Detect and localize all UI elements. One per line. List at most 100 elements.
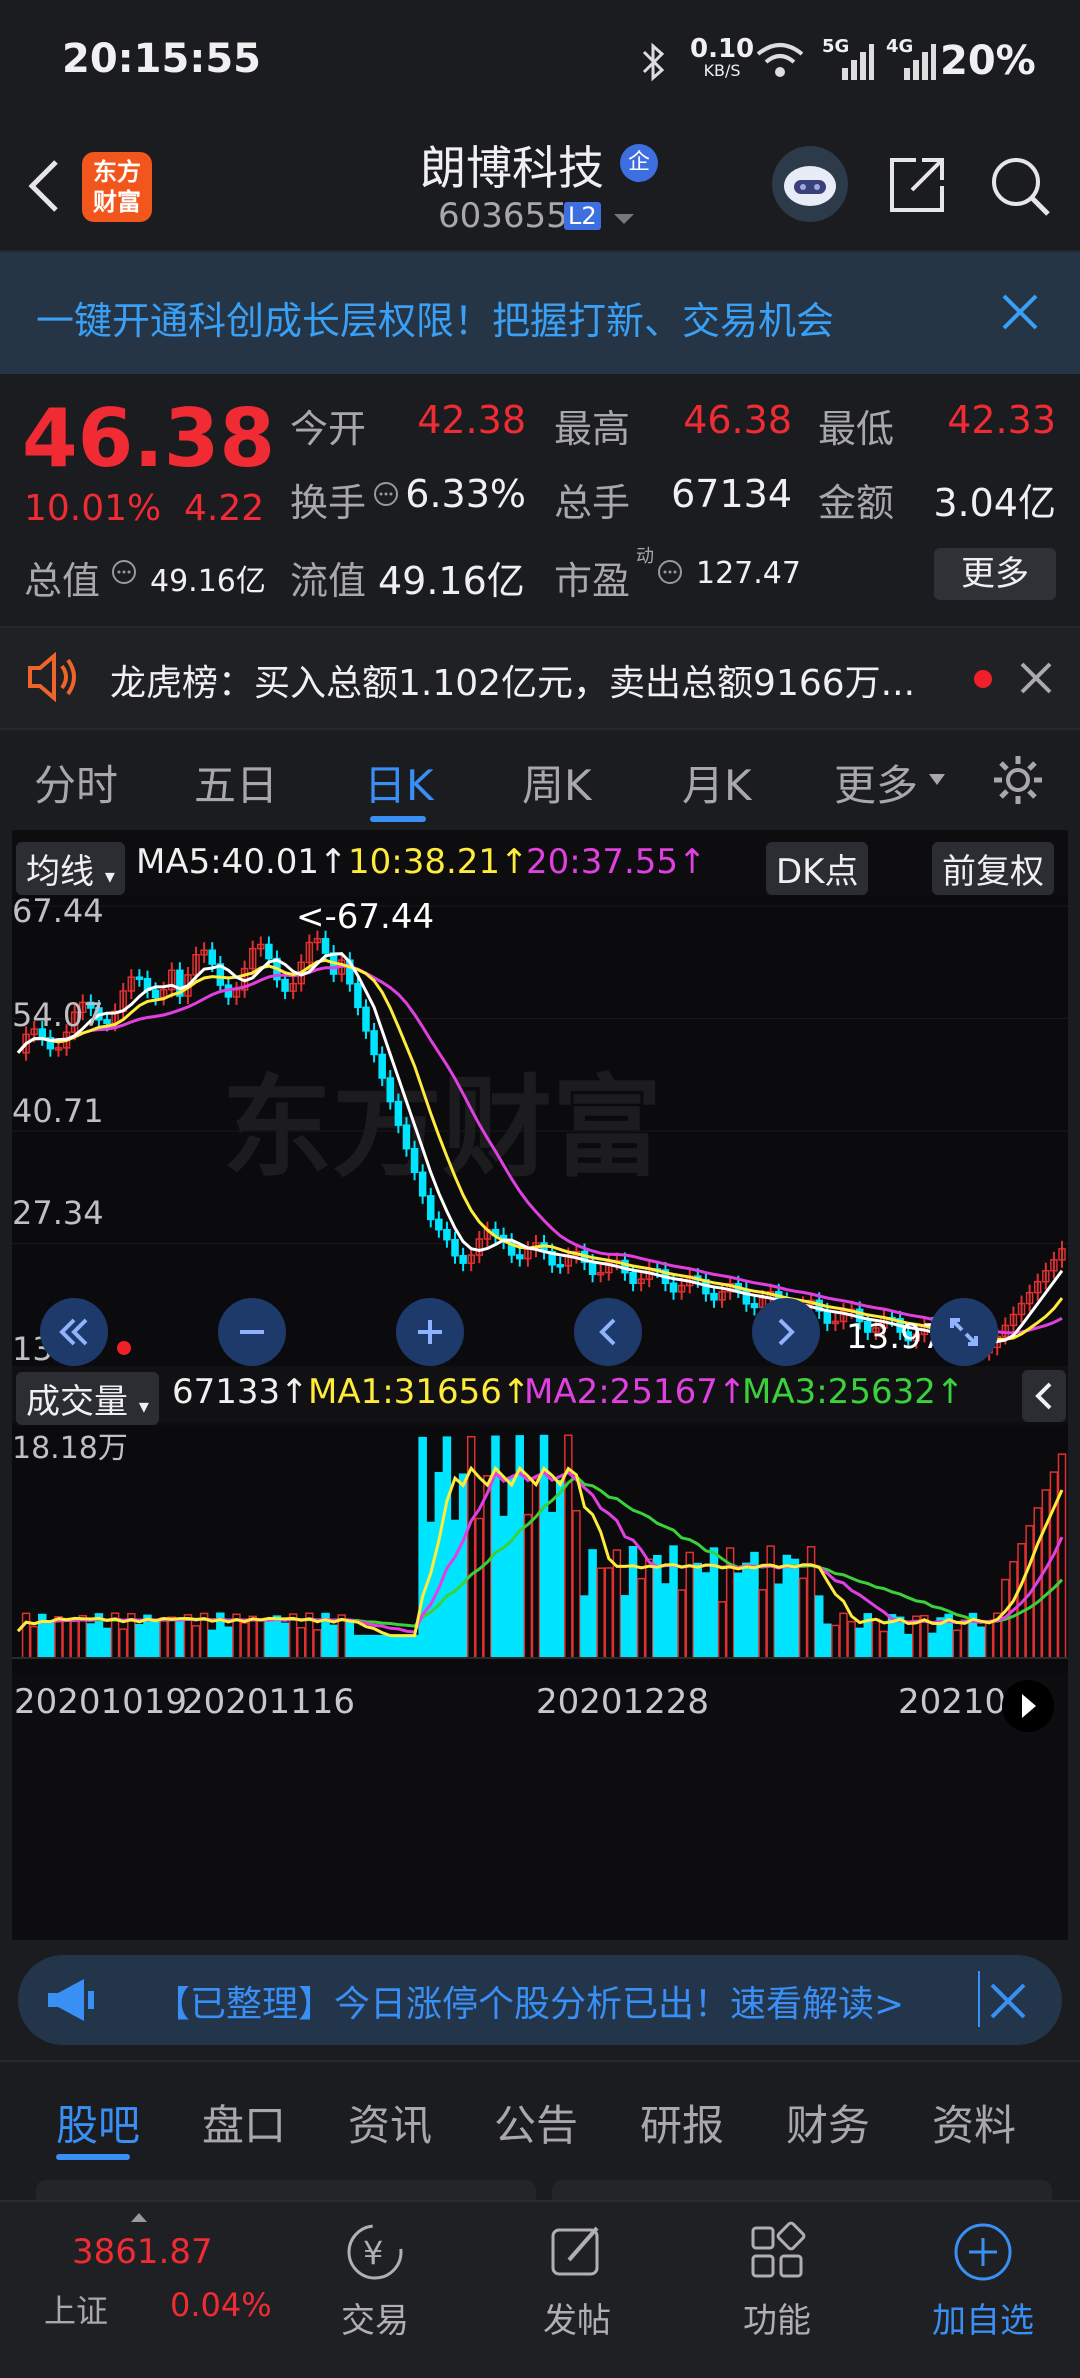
functions-button[interactable]: 功能 [722,2220,832,2342]
volume-bar [394,1634,403,1659]
change-value: 4.22 [184,488,265,529]
float-cap-value: 49.16亿 [378,559,525,603]
candle [435,1218,443,1231]
chevron-down-icon[interactable] [612,212,636,232]
volume-bar [272,1615,282,1659]
robot-assistant-icon[interactable] [772,146,848,222]
volume-bar [628,1545,638,1659]
content-tabs: 股吧 盘口 资讯 公告 研报 财务 资料 [0,2060,1080,2172]
kline-chart-panel: 均线 ▾ MA5:40.01↑ 10:38.21↑ 20:37.55↑ DK点 … [12,830,1068,1940]
gear-icon[interactable] [990,752,1046,812]
volume-bar [151,1619,160,1659]
level-badge[interactable]: L2 [564,202,601,230]
scroll-right-button[interactable] [752,1298,820,1366]
candle [402,1124,411,1150]
tab-weekly-k[interactable]: 周K [522,752,592,813]
dk-point-button[interactable]: DK点 [766,842,869,895]
candle [556,1264,564,1268]
volume-bar [353,1634,363,1659]
volume-bar [345,1620,355,1659]
volume-bar [329,1624,338,1659]
promo-banner-text: 一键开通科创成长层权限！把握打新、交易机会 [36,299,835,343]
volume-ma2: MA2:25167↑ [524,1372,747,1412]
back-icon[interactable] [24,156,64,220]
tab-orderbook[interactable]: 盘口 [202,2092,286,2153]
app-logo[interactable]: 东方 财富 [82,152,152,222]
dragon-tiger-notice[interactable]: 龙虎榜：买入总额1.102亿元，卖出总额9166万... [0,626,1080,730]
tab-profile[interactable]: 资料 [932,2092,1016,2153]
info-icon[interactable] [372,480,400,512]
info-icon[interactable] [656,558,684,590]
watermark: 东方财富 [222,1064,662,1192]
date-label: 20201019 [14,1682,188,1722]
share-icon[interactable] [886,154,948,220]
stock-header: 东方 财富 朗博科技 企 603655 L2 [0,120,1080,252]
tab-more[interactable]: 更多 [834,752,918,813]
promo-banner[interactable]: 一键开通科创成长层权限！把握打新、交易机会 [0,252,1080,374]
scroll-left-fast-button[interactable] [40,1298,108,1366]
market-cap-value: 49.16亿 [150,564,266,599]
zoom-out-button[interactable] [218,1298,286,1366]
trade-button[interactable]: ¥ 交易 [320,2220,430,2342]
fullscreen-button[interactable] [930,1298,998,1366]
tab-forum[interactable]: 股吧 [56,2092,140,2153]
turnover-value: 6.33% [405,472,526,516]
volume-chart[interactable]: 18.18万 [12,1426,1068,1674]
info-icon[interactable] [110,558,138,590]
tab-five-day[interactable]: 五日 [194,752,278,813]
volume-bar [377,1634,387,1659]
max-marker: <-67.44 [296,897,434,937]
volume-select[interactable]: 成交量 ▾ [16,1372,159,1425]
tab-monthly-k[interactable]: 月K [682,752,752,813]
search-icon[interactable] [988,154,1054,224]
signal-5g-icon [830,40,874,88]
divider [978,1971,980,2027]
zoom-in-button[interactable] [396,1298,464,1366]
post-button[interactable]: 发帖 [522,2220,632,2342]
pe-value: 127.47 [696,556,801,591]
volume-bar [135,1623,144,1659]
candle [321,937,330,954]
volume-bar [207,1629,217,1659]
candle [588,1261,597,1275]
period-tabs: 分时 五日 日K 周K 月K 更多 [0,730,1080,830]
tab-daily-k[interactable]: 日K [364,752,434,813]
high-label: 最高 [554,407,631,451]
scroll-end-button[interactable] [1002,1680,1054,1732]
close-icon[interactable] [1018,660,1054,700]
collapse-panel-button[interactable] [1022,1370,1066,1422]
open-value: 42.38 [417,398,526,442]
index-change[interactable]: 0.04% [170,2286,272,2324]
add-watchlist-button[interactable]: 加自选 [918,2220,1048,2342]
volume-bar [224,1626,233,1659]
adjust-button[interactable]: 前复权 [932,842,1054,895]
tab-announcements[interactable]: 公告 [494,2092,578,2153]
candle [362,1006,370,1032]
volume-bar [976,1626,986,1659]
volume-bar [774,1583,783,1659]
notice-text: 龙虎榜：买入总额1.102亿元，卖出总额9166万... [110,663,916,704]
index-value[interactable]: 3861.87 [72,2232,213,2272]
close-icon[interactable] [1000,292,1040,336]
candle [370,1030,378,1056]
volume-bar [653,1554,662,1659]
unread-dot [974,670,992,688]
news-ad-bar[interactable]: 【已整理】今日涨停个股分析已出！速看解读> [18,1955,1062,2045]
scroll-left-button[interactable] [574,1298,642,1366]
speaker-icon [24,651,80,706]
ma-select[interactable]: 均线 ▾ [16,842,125,895]
high-value: 46.38 [683,398,792,442]
tab-financials[interactable]: 财务 [786,2092,870,2153]
stock-name: 朗博科技 [420,141,604,195]
more-button[interactable]: 更多 [934,548,1056,600]
volume-bar [386,1634,395,1659]
tab-intraday[interactable]: 分时 [34,752,118,813]
candle [669,1282,678,1293]
index-name[interactable]: 上证 [44,2286,108,2332]
volume-bar [458,1473,468,1659]
tab-news[interactable]: 资讯 [348,2092,432,2153]
tab-research[interactable]: 研报 [640,2092,724,2153]
close-icon[interactable] [988,1981,1028,2025]
kline-chart[interactable]: 东方财富 67.44 54.07 40.71 27.34 13.97 <-67.… [12,896,1068,1366]
volume-bar [418,1436,427,1659]
